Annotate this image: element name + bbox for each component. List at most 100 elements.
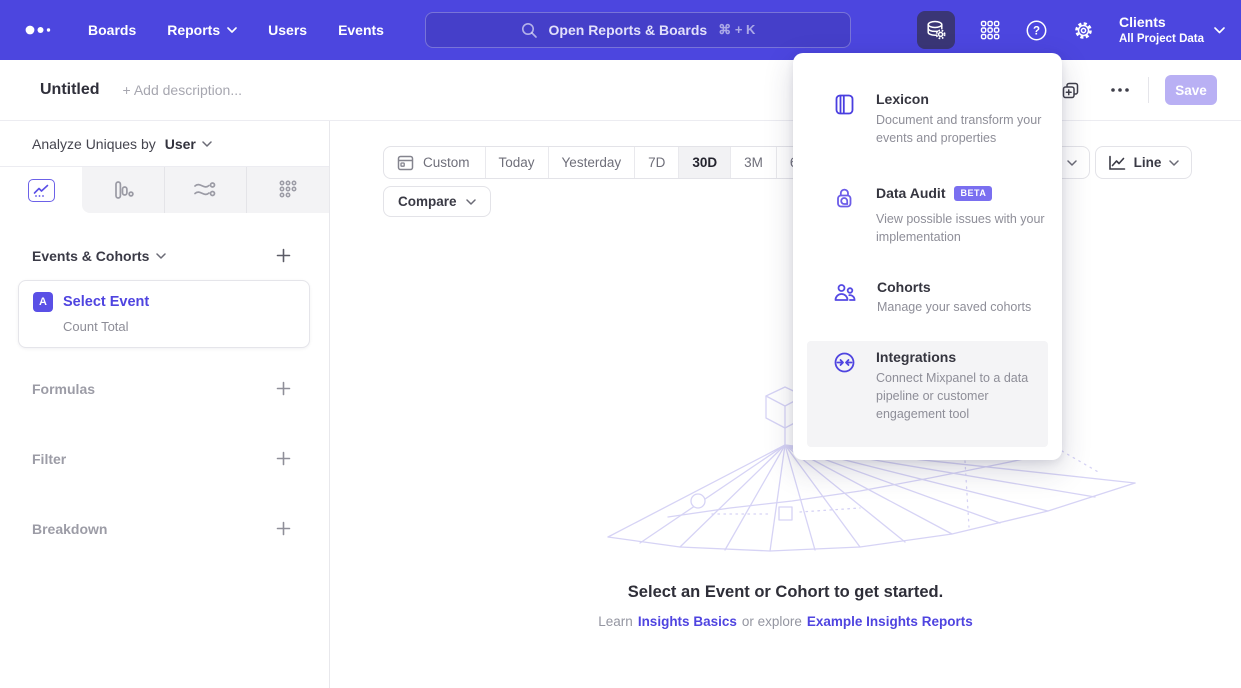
copy-plus-icon <box>1061 81 1080 100</box>
query-builder-sidebar: Analyze Uniques by User <box>0 121 330 688</box>
plus-icon <box>276 381 291 396</box>
date-range-custom[interactable]: Custom <box>384 147 485 178</box>
menu-item-integrations[interactable]: Integrations Connect Mixpanel to a data … <box>807 341 1048 447</box>
integrations-icon <box>833 351 856 439</box>
menu-item-description: Connect Mixpanel to a data pipeline or c… <box>876 369 1048 423</box>
search-placeholder: Open Reports & Boards <box>549 22 708 38</box>
header-actions: Save <box>1055 75 1217 106</box>
event-series-badge: A <box>33 292 53 312</box>
formulas-section: Formulas <box>32 379 293 398</box>
question-circle-icon: ? <box>1025 19 1048 42</box>
search-shortcut: ⌘ + K <box>718 22 755 38</box>
database-gear-icon <box>925 19 947 41</box>
date-range-yesterday[interactable]: Yesterday <box>548 147 635 178</box>
select-event-card[interactable]: A Select Event Count Total <box>18 280 310 348</box>
menu-item-description: View possible issues with your implement… <box>876 210 1048 246</box>
nav-links: Boards Reports Users Events <box>88 22 384 38</box>
calendar-icon <box>397 154 414 171</box>
account-project: All Project Data <box>1119 32 1204 46</box>
filter-section: Filter <box>32 449 293 468</box>
menu-item-lexicon[interactable]: Lexicon Document and transform your even… <box>807 83 1048 175</box>
search-icon <box>521 22 538 39</box>
top-nav: Boards Reports Users Events Open Reports… <box>0 0 1241 60</box>
lexicon-icon <box>833 93 856 167</box>
data-tools-button[interactable] <box>917 11 955 49</box>
report-canvas: Custom Today Yesterday 7D 30D 3M 6M Comp… <box>330 121 1241 688</box>
account-name: Clients <box>1119 14 1204 32</box>
menu-item-title: Lexicon <box>876 91 1048 107</box>
chevron-down-icon <box>156 253 166 259</box>
viz-tab-flow[interactable] <box>165 167 247 213</box>
add-event-button[interactable] <box>274 246 293 265</box>
breakdown-label: Breakdown <box>32 521 107 537</box>
count-total-label[interactable]: Count Total <box>63 319 295 334</box>
plus-icon <box>276 248 291 263</box>
learn-prefix: Learn <box>598 614 633 629</box>
help-button[interactable]: ? <box>1025 19 1048 42</box>
date-range-control: Custom Today Yesterday 7D 30D 3M 6M <box>383 146 823 179</box>
line-chart-icon <box>28 179 55 202</box>
nav-link-reports[interactable]: Reports <box>167 22 237 38</box>
or-explore-text: or explore <box>742 614 802 629</box>
line-chart-icon <box>1108 155 1126 171</box>
formulas-label: Formulas <box>32 381 95 397</box>
add-breakdown-button[interactable] <box>274 519 293 538</box>
viz-tab-scatter[interactable] <box>247 167 329 213</box>
date-range-today[interactable]: Today <box>485 147 548 178</box>
empty-state-links: Learn Insights Basics or explore Example… <box>330 614 1241 629</box>
global-search-input[interactable]: Open Reports & Boards ⌘ + K <box>425 12 851 48</box>
breakdown-section: Breakdown <box>32 519 293 538</box>
date-range-3m[interactable]: 3M <box>730 147 776 178</box>
scatter-dots-icon <box>277 179 299 201</box>
events-cohorts-header[interactable]: Events & Cohorts <box>32 248 166 264</box>
add-formula-button[interactable] <box>274 379 293 398</box>
gear-icon <box>1072 19 1095 42</box>
date-range-30d[interactable]: 30D <box>678 147 730 178</box>
svg-text:?: ? <box>1033 25 1040 37</box>
account-switcher[interactable]: Clients All Project Data <box>1119 14 1225 46</box>
report-title[interactable]: Untitled <box>40 81 100 99</box>
chevron-down-icon <box>1067 160 1077 166</box>
ellipsis-icon <box>1110 87 1130 93</box>
menu-item-description: Manage your saved cohorts <box>877 298 1049 316</box>
events-cohorts-header-row: Events & Cohorts <box>32 246 293 265</box>
example-insights-reports-link[interactable]: Example Insights Reports <box>807 614 973 629</box>
settings-button[interactable] <box>1072 19 1095 42</box>
chart-type-dropdown[interactable]: Line <box>1095 146 1192 179</box>
filter-label: Filter <box>32 451 66 467</box>
compare-dropdown[interactable]: Compare <box>383 186 491 217</box>
chevron-down-icon <box>1214 27 1225 34</box>
viz-tab-insights[interactable] <box>0 167 82 213</box>
visualization-tabs <box>0 166 329 213</box>
nav-link-users[interactable]: Users <box>268 22 307 38</box>
plus-icon <box>276 521 291 536</box>
apps-grid-button[interactable] <box>979 19 1001 41</box>
menu-item-data-audit[interactable]: Data Audit BETA View possible issues wit… <box>807 177 1048 273</box>
analyze-label: Analyze Uniques by <box>32 136 156 152</box>
select-event-label[interactable]: Select Event <box>63 294 149 310</box>
chevron-down-icon <box>466 199 476 205</box>
chevron-down-icon <box>202 141 212 147</box>
cohorts-users-icon <box>833 281 857 329</box>
grid-icon <box>979 19 1001 41</box>
menu-item-cohorts[interactable]: Cohorts Manage your saved cohorts <box>807 271 1048 337</box>
nav-link-boards[interactable]: Boards <box>88 22 136 38</box>
chevron-down-icon <box>1169 160 1179 166</box>
menu-item-title: Data Audit <box>876 185 945 201</box>
save-button[interactable]: Save <box>1165 75 1217 105</box>
viz-tab-bar[interactable] <box>82 167 164 213</box>
analyze-value-dropdown[interactable]: User <box>165 136 212 152</box>
analyze-uniques-row: Analyze Uniques by User <box>0 121 329 166</box>
beta-badge: BETA <box>954 186 992 201</box>
add-filter-button[interactable] <box>274 449 293 468</box>
flow-sankey-icon <box>193 180 217 200</box>
menu-item-title: Integrations <box>876 349 1048 365</box>
nav-link-events[interactable]: Events <box>338 22 384 38</box>
more-options-button[interactable] <box>1104 81 1136 99</box>
insights-basics-link[interactable]: Insights Basics <box>638 614 737 629</box>
menu-item-description: Document and transform your events and p… <box>876 111 1048 147</box>
date-range-7d[interactable]: 7D <box>634 147 678 178</box>
add-description-field[interactable]: + Add description... <box>123 82 242 98</box>
mixpanel-logo-icon[interactable] <box>24 23 56 37</box>
plus-icon <box>276 451 291 466</box>
